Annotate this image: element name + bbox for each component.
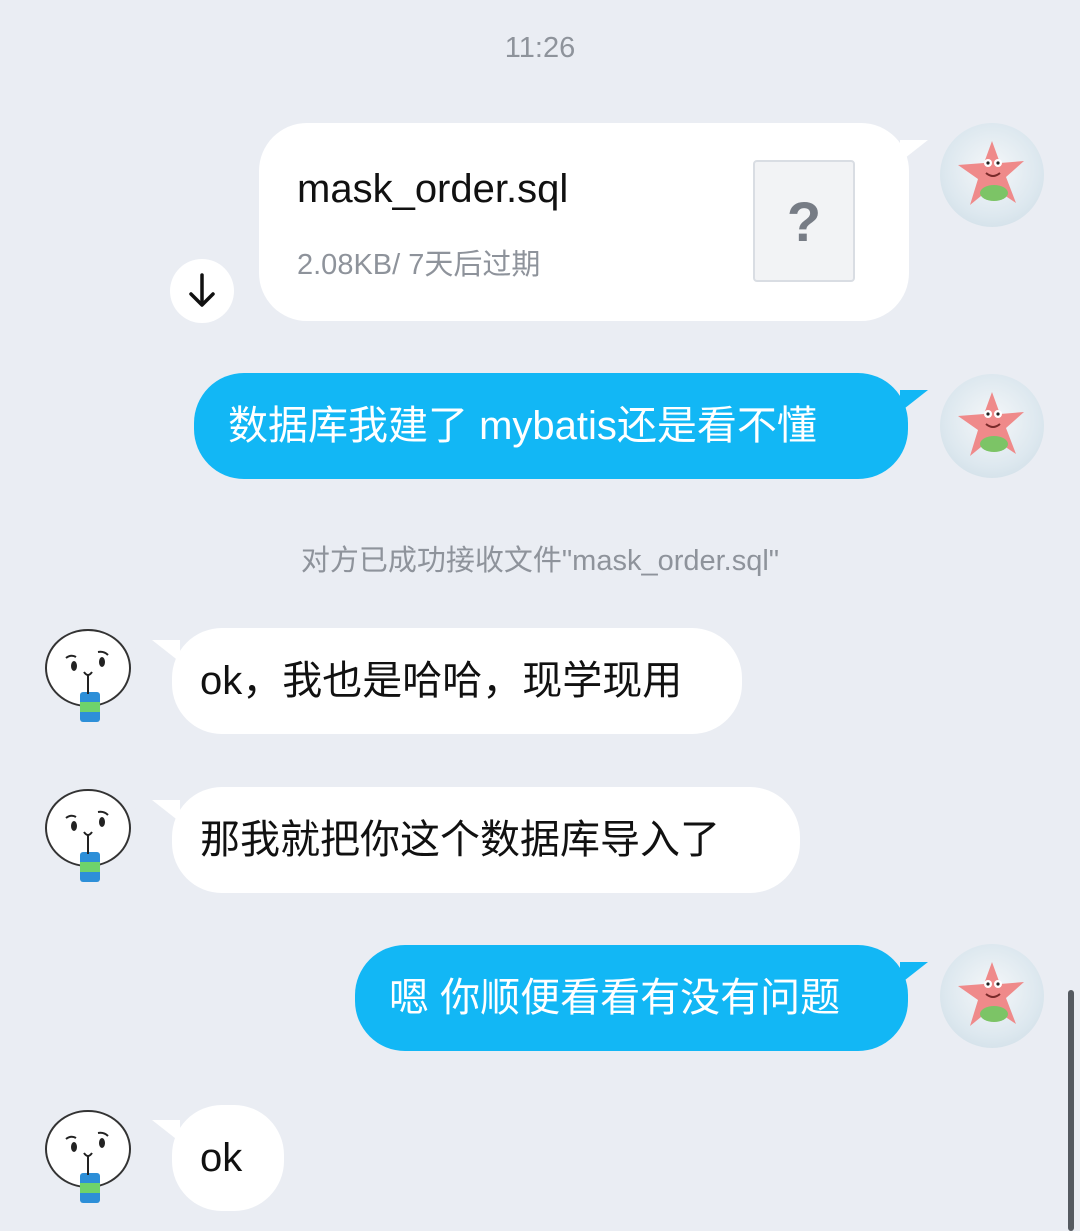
- file-name: mask_order.sql: [297, 167, 569, 211]
- timestamp: 11:26: [504, 32, 576, 64]
- self-avatar[interactable]: [940, 944, 1044, 1048]
- file-meta: 2.08KB/ 7天后过期: [297, 249, 541, 281]
- doodle-avatar-icon: [45, 789, 131, 882]
- message-text: 嗯 你顺便看看有没有问题: [389, 976, 841, 1020]
- system-notice: 对方已成功接收文件"mask_order.sql": [300, 545, 780, 577]
- message-text: 那我就把你这个数据库导入了: [200, 818, 720, 862]
- message-bubble-peer[interactable]: ok: [172, 1105, 284, 1211]
- self-avatar[interactable]: [940, 123, 1044, 227]
- message-text: ok: [200, 1136, 243, 1180]
- doodle-avatar-icon: [45, 1110, 131, 1203]
- self-avatar[interactable]: [940, 374, 1044, 478]
- scrollbar[interactable]: [1068, 990, 1074, 1231]
- doodle-avatar-icon: [45, 629, 131, 722]
- starfish-avatar-icon: [958, 141, 1024, 205]
- unknown-file-icon: ?: [753, 160, 855, 282]
- starfish-avatar-icon: [958, 962, 1024, 1026]
- starfish-avatar-icon: [958, 392, 1024, 456]
- peer-avatar[interactable]: [38, 782, 142, 886]
- message-bubble-self[interactable]: 嗯 你顺便看看有没有问题: [355, 945, 908, 1051]
- message-bubble-peer[interactable]: 那我就把你这个数据库导入了: [172, 787, 800, 893]
- message-bubble-peer[interactable]: ok，我也是哈哈，现学现用: [172, 628, 742, 734]
- bubble-tail: [900, 140, 928, 162]
- bubble-tail: [900, 962, 928, 984]
- download-arrow-icon: [189, 273, 215, 307]
- message-text: ok，我也是哈哈，现学现用: [200, 659, 683, 703]
- download-button[interactable]: [170, 259, 234, 323]
- file-message-card[interactable]: mask_order.sql 2.08KB/ 7天后过期 ?: [259, 123, 909, 321]
- message-bubble-self[interactable]: 数据库我建了 mybatis还是看不懂: [194, 373, 908, 479]
- peer-avatar[interactable]: [38, 1103, 142, 1207]
- message-text: 数据库我建了 mybatis还是看不懂: [228, 404, 817, 448]
- bubble-tail: [900, 390, 928, 412]
- peer-avatar[interactable]: [38, 622, 142, 726]
